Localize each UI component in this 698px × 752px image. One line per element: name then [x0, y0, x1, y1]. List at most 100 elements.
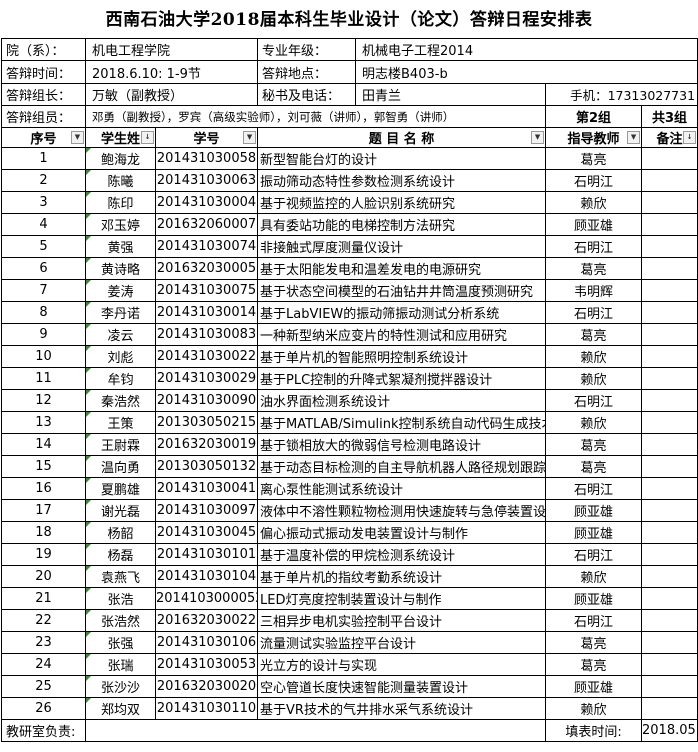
filter-dropdown-icon[interactable]: ▼ [243, 131, 257, 144]
student-id: 201431030041 [154, 477, 259, 500]
student-name: 张强 [85, 631, 156, 654]
advisor-name: 石明江 [545, 609, 643, 632]
student-id: 201431030045 [154, 521, 259, 544]
student-id: 201632030020 [154, 675, 259, 698]
advisor-name: 顾亚雄 [545, 675, 643, 698]
table-row: 3 陈印 201431030004 基于视频监控的人脸识别系统研究 赖欣 [1, 191, 698, 214]
note-cell [641, 191, 698, 214]
student-name: 袁燕飞 [85, 565, 156, 588]
advisor-name: 赖欣 [545, 411, 643, 434]
advisor-name: 葛亮 [545, 455, 643, 478]
student-id: 201431030106 [154, 631, 259, 654]
table-row: 15 温向勇 201303050132 基于动态目标检测的自主导航机器人路径规划跟踪研… [1, 455, 698, 478]
row-number: 21 [1, 587, 86, 610]
thesis-topic: 基于单片机的智能照明控制系统设计 [257, 345, 547, 368]
student-name: 陈曦 [85, 169, 156, 192]
thesis-topic: 基于锁相放大的微弱信号检测电路设计 [257, 433, 547, 456]
note-cell [641, 455, 698, 478]
student-id: 201431030029 [154, 367, 259, 390]
advisor-name: 葛亮 [545, 147, 643, 170]
table-row: 17谢光磊201431030097液体中不溶性颗粒物检测用快速旋转与急停装置设计… [1, 499, 698, 522]
filter-dropdown-icon[interactable]: ▼ [531, 131, 545, 144]
info-row-leader: 答辩组长： 万敏（副教授） 秘书及电话： 田青兰 手机：17313027731 [1, 83, 698, 106]
members-label: 答辩组员： [1, 105, 86, 128]
row-number: 24 [1, 653, 86, 676]
student-id: 201431030053 [154, 653, 259, 676]
note-cell [641, 279, 698, 302]
student-name: 牟钧 [85, 367, 156, 390]
sort-filter-icon[interactable]: ↓ [683, 131, 697, 144]
note-cell [641, 499, 698, 522]
table-row: 4 邓玉婷 201632060007 具有委站功能的电梯控制方法研究 顾亚雄 [1, 213, 698, 236]
table-row: 14 王尉霖 201632030019 基于锁相放大的微弱信号检测电路设计 葛亮 [1, 433, 698, 456]
row-number: 22 [1, 609, 86, 632]
advisor-name: 葛亮 [545, 433, 643, 456]
time-label: 答辩时间： [1, 60, 86, 84]
advisor-name: 石明江 [545, 301, 643, 324]
office-sign-cell [84, 719, 547, 742]
note-cell [641, 147, 698, 170]
row-number: 20 [1, 565, 86, 588]
major-label: 专业年级： [257, 38, 357, 61]
table-row: 7 姜涛 201431030075 基于状态空间模型的石油钻井井筒温度预测研究 韦明辉 [1, 279, 698, 302]
advisor-name: 韦明辉 [545, 279, 643, 302]
student-name: 王尉霖 [85, 433, 156, 456]
student-id: 201632030005 [154, 257, 259, 280]
leader-label: 答辩组长： [1, 83, 86, 106]
advisor-name: 顾亚雄 [545, 521, 643, 544]
column-header-row: 序号 ▼ 学生姓 ↓ 学号 ▼ 题 目 名 称 ▼ 指导教师 ▼ 备注 ↓ [1, 127, 698, 148]
secretary-label: 秘书及电话： [257, 83, 357, 106]
thesis-topic: LED灯亮度控制装置设计与制作 [257, 587, 547, 610]
table-row: 16 夏鹏雄 201431030041 离心泵性能测试系统设计 石明江 [1, 477, 698, 500]
student-name: 温向勇 [85, 455, 156, 478]
student-id: 201303050132 [154, 455, 259, 478]
advisor-name: 石明江 [545, 169, 643, 192]
thesis-topic: 基于VR技术的气井排水采气系统设计 [257, 697, 547, 720]
table-row: 10 刘彪 201431030022 基于单片机的智能照明控制系统设计 赖欣 [1, 345, 698, 368]
student-id: 201431030022 [154, 345, 259, 368]
table-row: 8 李丹诺 201431030014 基于LabVIEW的振动筛振动测试分析系统 石明江 [1, 301, 698, 324]
advisor-name: 葛亮 [545, 257, 643, 280]
thesis-topic: 非接触式厚度测量仪设计 [257, 235, 547, 258]
student-id: 201303050215 [154, 411, 259, 434]
info-row-time: 答辩时间： 2018.6.10: 1-9节 答辩地点： 明志楼B403-b [1, 60, 698, 84]
table-row: 12 秦浩然 201431030090 油水界面检测系统设计 石明江 [1, 389, 698, 412]
thesis-topic: 基于单片机的指纹考勤系统设计 [257, 565, 547, 588]
info-row-members: 答辩组员： 邓勇（副教授），罗宾（高级实验师），刘可薇（讲师），郭智勇（讲师） … [1, 105, 698, 128]
dept-value: 机电工程学院 [84, 38, 259, 61]
time-value: 2018.6.10: 1-9节 [84, 60, 259, 84]
advisor-name: 赖欣 [545, 565, 643, 588]
table-row: 18 杨韶 201431030045 偏心振动式振动发电装置设计与制作 顾亚雄 [1, 521, 698, 544]
row-number: 11 [1, 367, 86, 390]
col-advisor-label: 指导教师 [567, 132, 620, 147]
note-cell [641, 631, 698, 654]
student-name: 黄诗略 [85, 257, 156, 280]
table-row: 25 张沙沙 201632030020 空心管道长度快速智能测量装置设计 顾亚雄 [1, 675, 698, 698]
table-row: 24 张瑞 201431030053 光立方的设计与实现 葛亮 [1, 653, 698, 676]
note-cell [641, 235, 698, 258]
table-row: 26 郑均双 201431030110 基于VR技术的气井排水采气系统设计 赖欣 [1, 697, 698, 720]
student-name: 姜涛 [85, 279, 156, 302]
thesis-topic: 空心管道长度快速智能测量装置设计 [257, 675, 547, 698]
table-row: 2 陈曦 201431030063 振动筛动态特性参数检测系统设计 石明江 [1, 169, 698, 192]
place-label: 答辩地点： [257, 60, 357, 84]
student-id: 201632030022 [154, 609, 259, 632]
thesis-topic: 基于太阳能发电和温差发电的电源研究 [257, 257, 547, 280]
note-cell [641, 301, 698, 324]
filter-dropdown-icon[interactable]: ▼ [627, 131, 641, 144]
student-id: 201431030090 [154, 389, 259, 412]
thesis-topic: 偏心振动式振动发电装置设计与制作 [257, 521, 547, 544]
advisor-name: 石明江 [545, 235, 643, 258]
thesis-topic: 新型智能台灯的设计 [257, 147, 547, 170]
fill-date-label: 填表时间: [545, 719, 643, 742]
sort-filter-icon[interactable]: ↓ [141, 131, 154, 144]
group-total: 共3组 [641, 105, 698, 128]
row-number: 13 [1, 411, 86, 434]
thesis-topic: 基于温度补偿的甲烷检测系统设计 [257, 543, 547, 566]
note-cell [641, 323, 698, 346]
phone-text: 手机：17313027731 [545, 83, 698, 106]
table-row: 6 黄诗略 201632030005 基于太阳能发电和温差发电的电源研究 葛亮 [1, 257, 698, 280]
filter-dropdown-icon[interactable]: ▼ [71, 131, 84, 144]
page-title: 西南石油大学2018届本科生毕业设计（论文）答辩日程安排表 [105, 10, 593, 30]
advisor-name: 赖欣 [545, 367, 643, 390]
